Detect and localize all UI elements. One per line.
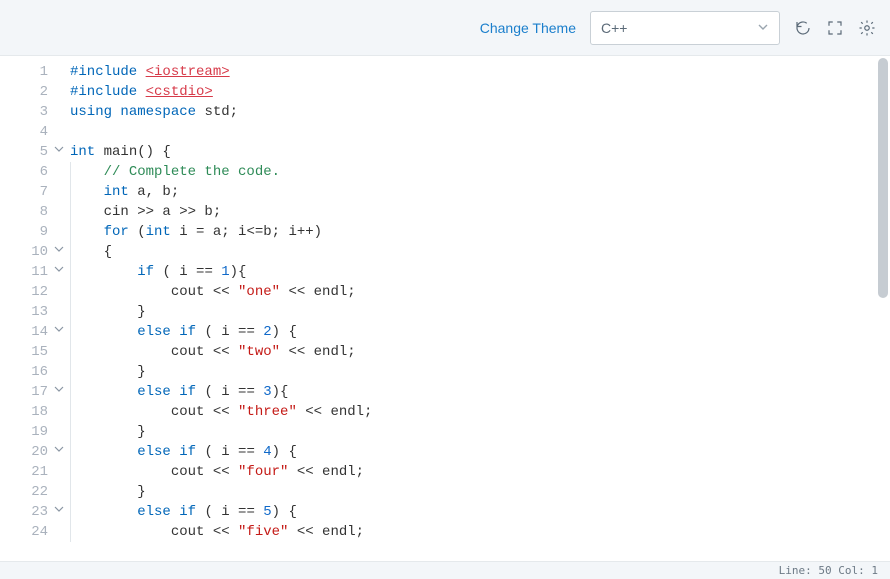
chevron-down-icon	[757, 20, 769, 36]
code-line[interactable]: }	[70, 422, 890, 442]
line-number: 24	[0, 522, 56, 542]
code-line[interactable]: cout << "five" << endl;	[70, 522, 890, 542]
language-select[interactable]: C++	[590, 11, 780, 45]
line-number: 12	[0, 282, 56, 302]
code-line[interactable]: cout << "three" << endl;	[70, 402, 890, 422]
code-line[interactable]: }	[70, 362, 890, 382]
line-number: 19	[0, 422, 56, 442]
code-line[interactable]: // Complete the code.	[70, 162, 890, 182]
code-line[interactable]: cout << "one" << endl;	[70, 282, 890, 302]
line-number: 14	[0, 322, 56, 342]
code-line[interactable]: if ( i == 1){	[70, 262, 890, 282]
status-bar: Line: 50 Col: 1	[0, 561, 890, 579]
code-line[interactable]: cout << "four" << endl;	[70, 462, 890, 482]
gear-icon[interactable]	[858, 19, 876, 37]
code-line[interactable]: }	[70, 482, 890, 502]
line-number: 15	[0, 342, 56, 362]
line-number: 7	[0, 182, 56, 202]
line-number: 21	[0, 462, 56, 482]
toolbar-icons	[794, 19, 876, 37]
code-line[interactable]: int main() {	[70, 142, 890, 162]
code-line[interactable]: #include <cstdio>	[70, 82, 890, 102]
code-area[interactable]: #include <iostream>#include <cstdio>usin…	[56, 56, 890, 561]
fullscreen-icon[interactable]	[826, 19, 844, 37]
scrollbar-thumb[interactable]	[878, 58, 888, 298]
code-line[interactable]	[70, 122, 890, 142]
code-line[interactable]: else if ( i == 5) {	[70, 502, 890, 522]
code-line[interactable]: int a, b;	[70, 182, 890, 202]
code-line[interactable]: using namespace std;	[70, 102, 890, 122]
cursor-position: Line: 50 Col: 1	[779, 564, 878, 577]
code-line[interactable]: for (int i = a; i<=b; i++)	[70, 222, 890, 242]
language-select-value: C++	[601, 20, 627, 36]
line-number: 17	[0, 382, 56, 402]
line-number: 4	[0, 122, 56, 142]
line-number: 20	[0, 442, 56, 462]
line-number: 16	[0, 362, 56, 382]
line-number: 11	[0, 262, 56, 282]
code-line[interactable]: else if ( i == 3){	[70, 382, 890, 402]
code-line[interactable]: else if ( i == 2) {	[70, 322, 890, 342]
line-number: 3	[0, 102, 56, 122]
code-line[interactable]: cout << "two" << endl;	[70, 342, 890, 362]
code-line[interactable]: {	[70, 242, 890, 262]
reset-icon[interactable]	[794, 19, 812, 37]
line-number: 5	[0, 142, 56, 162]
code-line[interactable]: else if ( i == 4) {	[70, 442, 890, 462]
code-line[interactable]: cin >> a >> b;	[70, 202, 890, 222]
line-number: 9	[0, 222, 56, 242]
line-number: 13	[0, 302, 56, 322]
line-gutter: 123456789101112131415161718192021222324	[0, 56, 56, 561]
code-line[interactable]: #include <iostream>	[70, 62, 890, 82]
line-number: 23	[0, 502, 56, 522]
line-number: 1	[0, 62, 56, 82]
code-line[interactable]: }	[70, 302, 890, 322]
line-number: 6	[0, 162, 56, 182]
scrollbar-track[interactable]	[878, 56, 888, 554]
line-number: 18	[0, 402, 56, 422]
line-number: 8	[0, 202, 56, 222]
code-editor[interactable]: 123456789101112131415161718192021222324 …	[0, 56, 890, 561]
line-number: 22	[0, 482, 56, 502]
change-theme-link[interactable]: Change Theme	[480, 20, 576, 36]
line-number: 2	[0, 82, 56, 102]
line-number: 10	[0, 242, 56, 262]
toolbar: Change Theme C++	[0, 0, 890, 56]
